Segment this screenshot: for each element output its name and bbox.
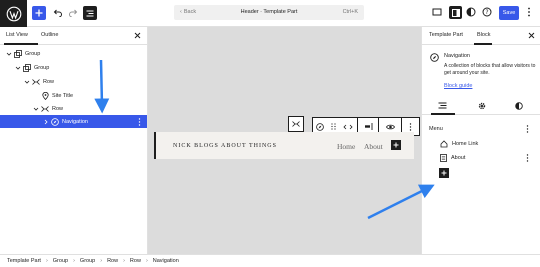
save-button[interactable]: Save	[499, 6, 519, 20]
block-description: A collection of blocks that allow visito…	[444, 63, 536, 76]
menu-item-label: About	[451, 155, 466, 161]
menu-item-label: Home Link	[452, 141, 479, 147]
tree-item-label: Group	[34, 64, 50, 71]
sidebar-tabs: Template Part Block	[422, 27, 540, 45]
add-menu-item-button[interactable]	[439, 168, 449, 178]
menu-item-about[interactable]: About	[440, 153, 465, 163]
parent-block-selector[interactable]	[288, 116, 304, 132]
active-tab-indicator	[4, 43, 38, 45]
group-icon	[13, 49, 23, 58]
styles-half-circle-icon[interactable]	[515, 102, 523, 110]
command-bar[interactable]: ‹ Back Header · Template Part Ctrl+K	[174, 5, 364, 20]
close-icon[interactable]	[528, 32, 535, 39]
svg-text:?: ?	[485, 9, 488, 16]
document-title: Header · Template Part	[240, 9, 298, 15]
chevron-right-icon: ›	[45, 258, 48, 264]
tab-block[interactable]: Block	[477, 32, 490, 38]
breadcrumb-item[interactable]: Group	[80, 258, 95, 264]
tree-item-label: Navigation	[62, 118, 88, 125]
add-block-button[interactable]	[32, 6, 46, 20]
chevron-right-icon: ›	[100, 258, 103, 264]
styles-half-circle-icon[interactable]	[466, 7, 476, 17]
breadcrumb-item[interactable]: Group	[53, 258, 68, 264]
more-options-icon[interactable]	[527, 7, 531, 17]
settings-panel-toggle[interactable]	[449, 6, 462, 19]
add-nav-item-button[interactable]	[391, 140, 401, 150]
compass-icon	[430, 53, 439, 62]
chevron-down-icon[interactable]	[14, 65, 22, 71]
close-icon[interactable]	[134, 32, 141, 39]
chevron-right-icon: ›	[123, 258, 125, 264]
settings-sidebar: Template Part Block Navigation A collect…	[421, 27, 540, 254]
list-view-icon[interactable]	[438, 102, 447, 109]
tree-item-row[interactable]: Row	[0, 102, 147, 115]
active-tab-indicator	[474, 43, 492, 45]
more-options-icon[interactable]	[138, 117, 141, 126]
tree-item-group[interactable]: Group	[0, 61, 147, 74]
row-icon	[31, 78, 41, 86]
undo-button[interactable]	[52, 6, 62, 20]
tree-item-label: Row	[43, 78, 55, 85]
compass-icon	[50, 117, 60, 126]
gear-icon[interactable]	[478, 102, 486, 110]
top-toolbar: ‹ Back Header · Template Part Ctrl+K ? S…	[0, 0, 540, 27]
redo-button[interactable]	[68, 6, 78, 20]
tree-item-row[interactable]: Row	[0, 75, 147, 88]
list-view-panel: List View Outline Group Group Row Site T…	[0, 27, 148, 254]
tab-outline[interactable]: Outline	[41, 32, 58, 38]
menu-section-label: Menu	[429, 126, 443, 132]
chevron-right-icon[interactable]	[42, 119, 50, 125]
chevron-down-icon[interactable]	[32, 106, 40, 112]
tree-item-site-title[interactable]: Site Title	[0, 89, 147, 102]
document-overview-button[interactable]	[83, 6, 97, 20]
chevron-down-icon[interactable]	[5, 51, 13, 57]
tree-item-label: Site Title	[52, 92, 74, 99]
more-options-icon[interactable]	[526, 154, 529, 162]
nav-link-about[interactable]: About	[364, 142, 383, 151]
block-name: Navigation	[444, 53, 470, 59]
chevron-down-icon[interactable]	[23, 79, 31, 85]
breadcrumb-item[interactable]: Row	[130, 258, 141, 264]
breadcrumb-item[interactable]: Navigation	[153, 258, 179, 264]
location-pin-icon	[40, 91, 50, 100]
page-icon	[440, 154, 447, 162]
breadcrumb-item[interactable]: Template Part	[7, 258, 41, 264]
block-guide-link[interactable]: Block guide	[444, 83, 472, 89]
menu-item-home-link[interactable]: Home Link	[440, 139, 478, 149]
more-options-icon[interactable]	[526, 125, 529, 133]
site-title[interactable]: NICK BLOGS ABOUT THINGS	[173, 143, 277, 149]
header-template-part[interactable]: NICK BLOGS ABOUT THINGS Home About	[154, 132, 414, 159]
group-icon	[22, 63, 32, 72]
active-subtab-indicator	[431, 113, 455, 115]
home-icon	[440, 140, 448, 148]
help-icon[interactable]: ?	[482, 7, 492, 17]
row-icon	[40, 105, 50, 113]
tab-list-view[interactable]: List View	[6, 32, 28, 38]
chevron-right-icon: ›	[73, 258, 75, 264]
desktop-view-icon[interactable]	[432, 7, 442, 17]
left-panel-tabs: List View Outline	[0, 27, 147, 45]
nav-link-home[interactable]: Home	[337, 142, 355, 151]
chevron-right-icon: ›	[145, 258, 148, 264]
breadcrumb-item[interactable]: Row	[107, 258, 118, 264]
row-icon	[292, 121, 300, 127]
tree-item-label: Group	[25, 50, 41, 57]
tree-item-label: Row	[52, 105, 64, 112]
wordpress-logo-icon[interactable]	[0, 0, 27, 27]
tree-item-navigation[interactable]: Navigation	[0, 115, 147, 128]
breadcrumb: Template Part › Group › Group › Row › Ro…	[0, 254, 540, 267]
tab-template-part[interactable]: Template Part	[429, 32, 463, 38]
keyboard-shortcut: Ctrl+K	[342, 9, 358, 15]
tree-item-group[interactable]: Group	[0, 47, 147, 60]
